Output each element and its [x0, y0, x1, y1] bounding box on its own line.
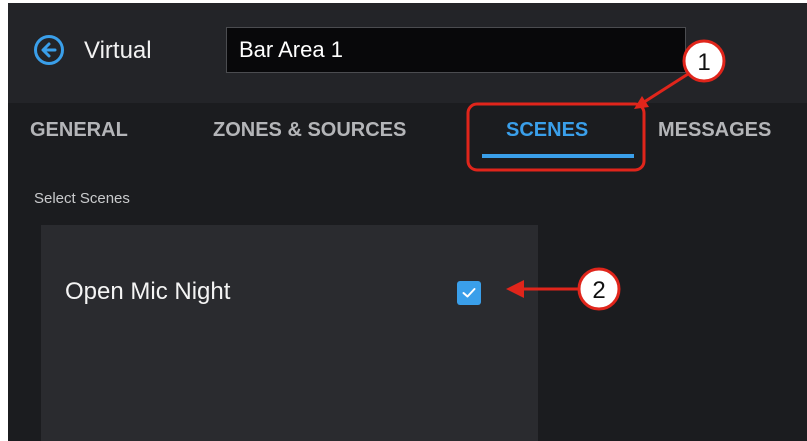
tab-scenes[interactable]: SCENES — [506, 119, 588, 142]
area-name-input[interactable] — [226, 27, 686, 73]
scene-name: Open Mic Night — [65, 278, 231, 305]
section-label: Select Scenes — [34, 190, 130, 207]
tab-general[interactable]: GENERAL — [30, 119, 128, 142]
arrow-left-circle-icon — [41, 42, 57, 58]
tab-messages[interactable]: MESSAGES — [658, 119, 771, 142]
back-button[interactable] — [34, 35, 64, 65]
app-window: Virtual GENERAL ZONES & SOURCES SCENES M… — [8, 3, 807, 441]
active-tab-indicator — [482, 154, 634, 158]
area-type-label: Virtual — [84, 37, 152, 64]
checkmark-icon — [462, 288, 476, 298]
scene-list-panel: Open Mic Night — [41, 225, 538, 441]
scene-checkbox[interactable] — [457, 281, 481, 305]
tab-bar: GENERAL ZONES & SOURCES SCENES MESSAGES — [8, 103, 807, 173]
tab-zones-sources[interactable]: ZONES & SOURCES — [213, 119, 406, 142]
header-bar: Virtual — [8, 3, 807, 103]
